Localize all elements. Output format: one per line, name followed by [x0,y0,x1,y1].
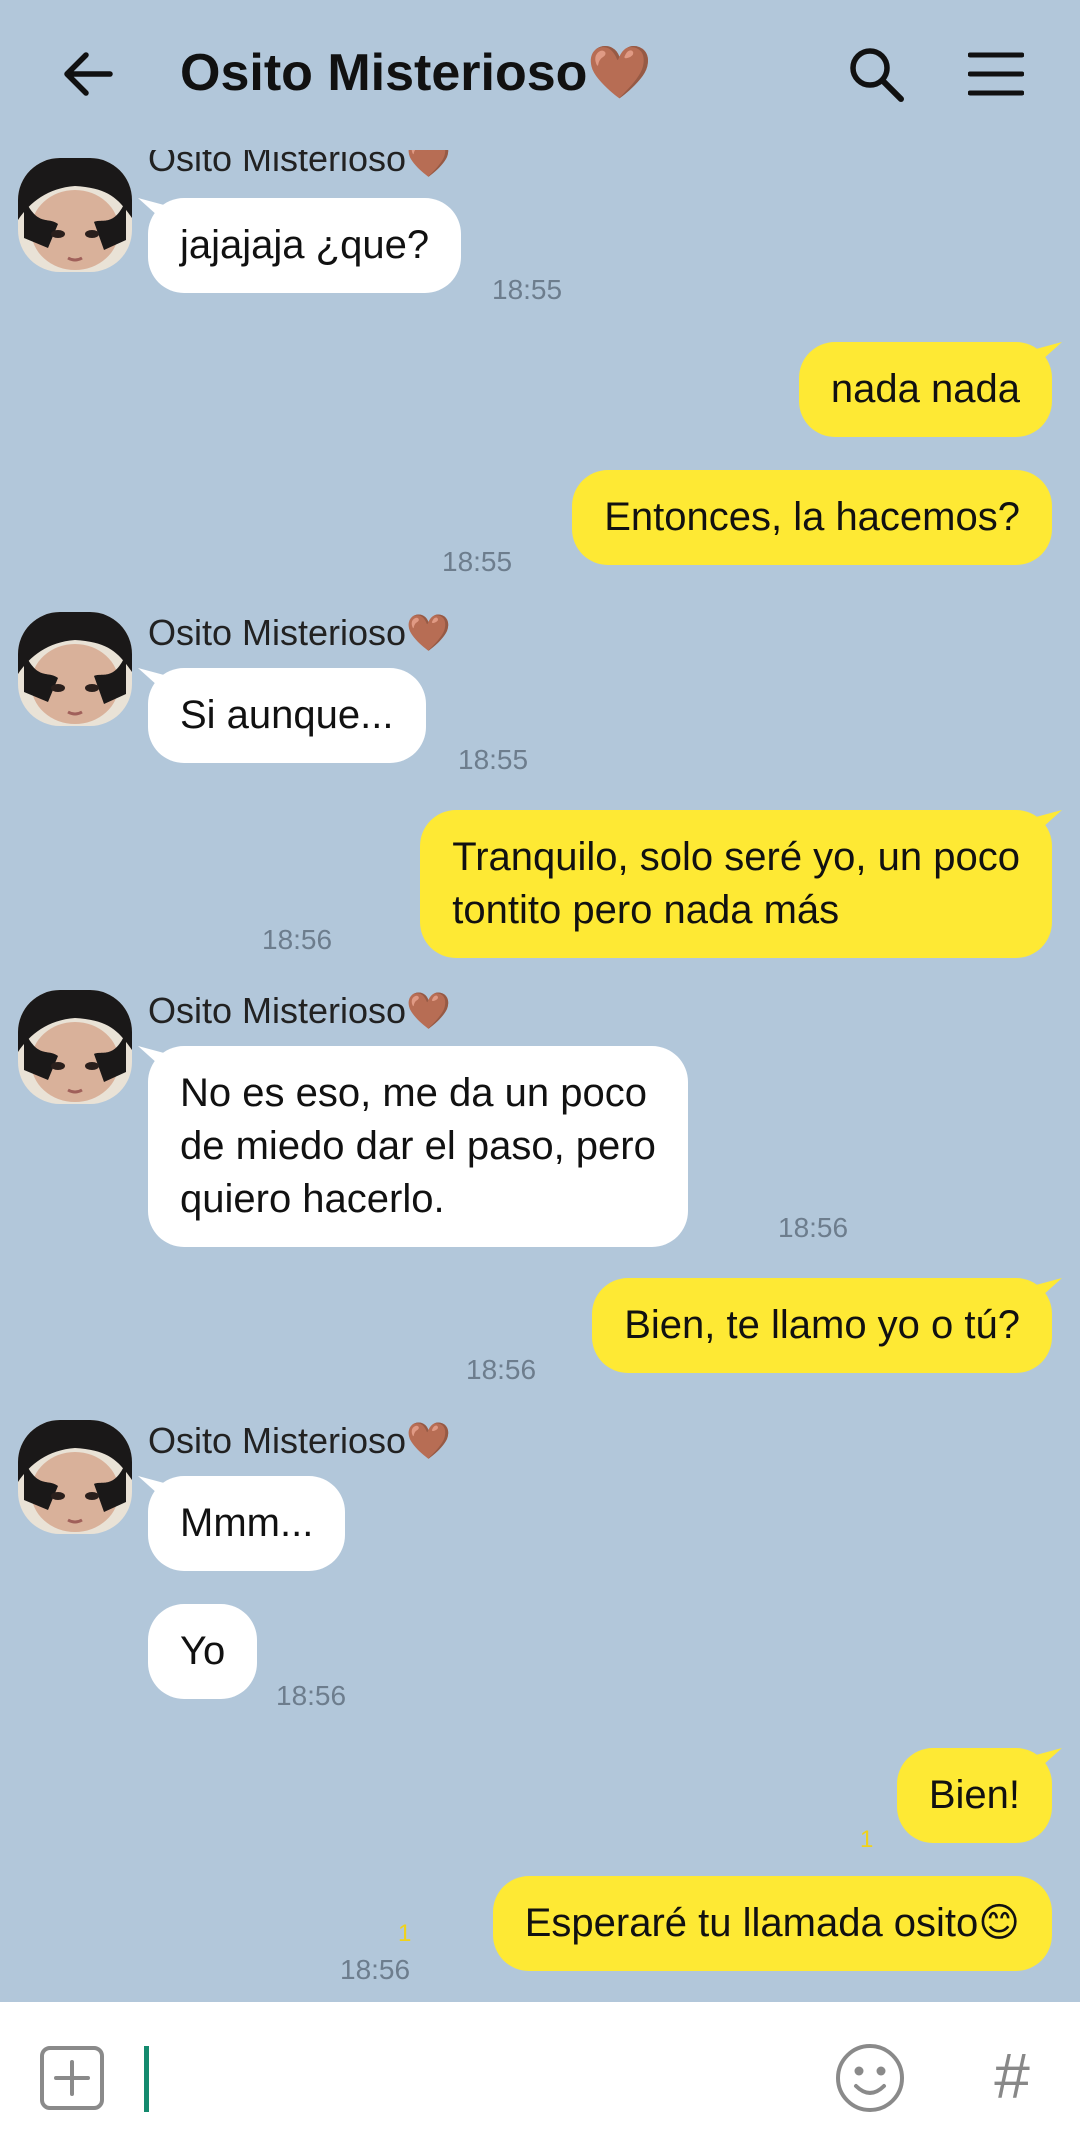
emoji-button[interactable] [832,2040,908,2116]
message-bubble[interactable]: No es eso, me da un poco de miedo dar el… [148,1046,688,1247]
message-input[interactable] [140,2038,784,2120]
avatar[interactable] [18,612,132,726]
avatar-image [18,158,132,272]
message-time: 18:55 [458,744,529,775]
message-bubble[interactable]: Bien! [896,1748,1052,1843]
message-time: 18:55 [442,546,513,577]
avatar[interactable] [18,1420,132,1534]
menu-button[interactable] [960,38,1032,110]
plus-square-icon [40,2046,104,2110]
attach-button[interactable] [38,2044,106,2112]
avatar-image [18,990,132,1104]
unread-count: 1 [398,1920,412,1947]
avatar[interactable] [18,158,132,272]
message-bubble[interactable]: nada nada [798,342,1052,437]
avatar-image [18,1420,132,1534]
back-button[interactable] [52,38,124,110]
sender-name: Osito Misterioso🤎 [148,1420,451,1461]
message-time: 18:56 [778,1212,849,1243]
chat-title: Osito Misterioso🤎 [180,44,653,102]
message-bubble[interactable]: Yo [148,1604,258,1699]
unread-count: 1 [860,1826,874,1853]
search-button[interactable] [840,38,912,110]
chat-header: Osito Misterioso🤎 [0,0,1080,150]
message-bubble[interactable]: Mmm... [148,1476,346,1571]
message-bubble[interactable]: Entonces, la hacemos? [572,470,1052,565]
message-time: 18:56 [262,924,333,955]
avatar-image [18,612,132,726]
text-cursor [144,2046,149,2112]
message-bubble[interactable]: Si aunque... [148,668,426,763]
message-time: 18:56 [340,1954,411,1985]
arrow-left-icon [64,52,113,96]
message-bubble[interactable]: jajajaja ¿que? [148,198,462,293]
search-icon [850,48,904,102]
emoji-smile-icon [836,2044,904,2112]
avatar[interactable] [18,990,132,1104]
message-bubble[interactable]: Tranquilo, solo seré yo, un poco tontito… [420,810,1052,958]
message-composer: # [0,2002,1080,2154]
sender-name: Osito Misterioso🤎 [148,612,451,653]
hamburger-menu-icon [968,52,1024,96]
hashtag-button[interactable]: # [972,2036,1052,2116]
message-time: 18:55 [492,274,563,305]
sender-name: Osito Misterioso🤎 [148,990,451,1031]
message-time: 18:56 [466,1354,537,1385]
message-bubble[interactable]: Bien, te llamo yo o tú? [592,1278,1052,1373]
message-bubble[interactable]: Esperaré tu llamada osito😊 [492,1876,1052,1971]
message-list[interactable]: Osito Misterioso🤎 jajajaja ¿que? 18:55 n… [0,150,1080,2002]
message-time: 18:56 [276,1680,347,1711]
sender-name: Osito Misterioso🤎 [148,150,451,179]
